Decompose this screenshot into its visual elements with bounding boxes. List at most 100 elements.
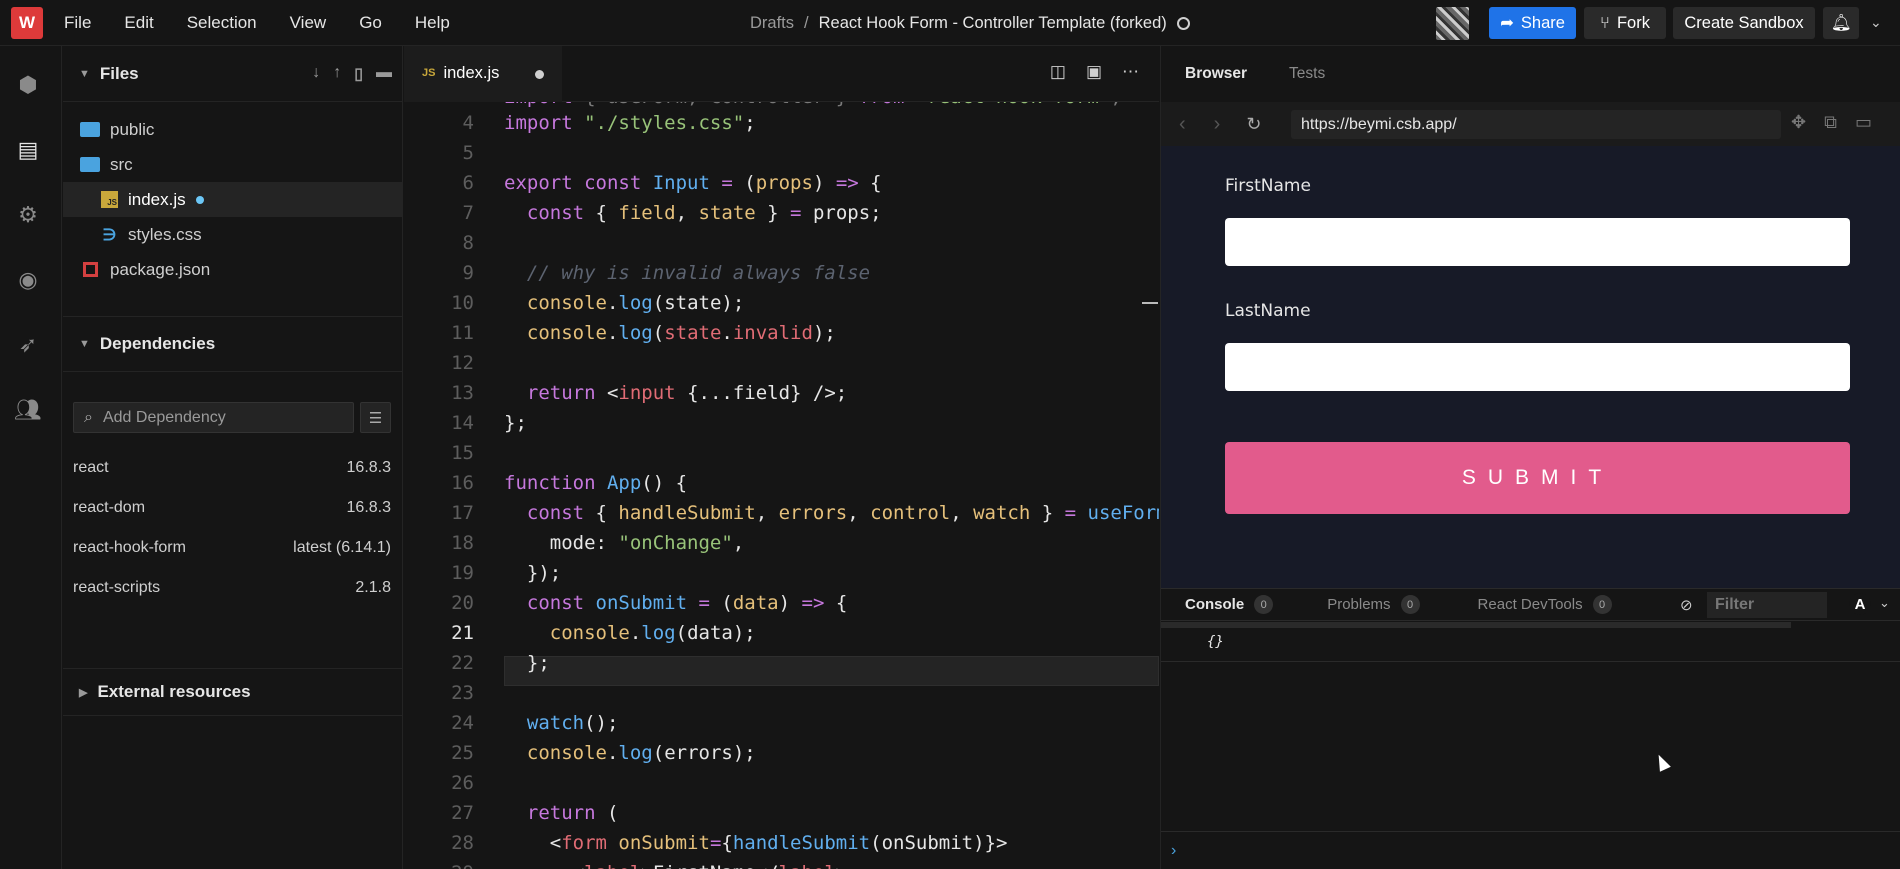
dependencies-title: Dependencies [99, 334, 216, 353]
npm-icon [83, 262, 98, 277]
breadcrumb-separator: / [804, 13, 809, 32]
chevron-down-icon[interactable]: ⌄ [1879, 595, 1890, 611]
tree-item-styles-css[interactable]: ∋ styles.css [63, 217, 402, 252]
dependency-item[interactable]: react 16.8.3 [73, 459, 391, 477]
responsive-icon[interactable]: ✥ [1791, 112, 1806, 133]
tab-browser[interactable]: Browser [1185, 65, 1247, 83]
console-filter-input[interactable]: Filter [1707, 592, 1827, 618]
share-label: Share [1520, 13, 1565, 32]
notification-bell-icon[interactable]: 🔔︎ [1823, 7, 1859, 39]
globe-icon[interactable] [1176, 16, 1190, 30]
external-resources-header[interactable]: ▶ External resources [63, 668, 402, 716]
console-log-entry[interactable]: {} [1161, 622, 1900, 662]
create-sandbox-button[interactable]: Create Sandbox [1673, 7, 1815, 39]
submit-button[interactable]: SUBMIT [1225, 442, 1850, 514]
menu-view[interactable]: View [290, 13, 327, 33]
menu-list-icon[interactable]: ☰ [360, 402, 391, 433]
preview-icon[interactable]: ▣ [1086, 62, 1102, 82]
split-view-icon[interactable]: ◫ [1050, 62, 1066, 82]
modified-dot-icon [195, 195, 204, 204]
folder-icon [80, 122, 100, 137]
refresh-icon[interactable]: ↻ [1246, 114, 1261, 135]
menu-file[interactable]: File [64, 13, 91, 33]
rocket-icon[interactable]: ➶ [13, 330, 43, 360]
arrow-up-icon[interactable]: ↑ [333, 64, 341, 84]
new-file-icon[interactable]: ▯ [354, 64, 363, 84]
menu-help[interactable]: Help [415, 13, 450, 33]
code-line: import "./styles.css"; [504, 112, 756, 134]
first-name-input[interactable] [1225, 218, 1850, 266]
browser-preview: FirstName LastName SUBMIT [1161, 146, 1900, 588]
css-file-icon: ∋ [102, 226, 117, 244]
caret-down-icon: ▼ [79, 67, 90, 80]
new-window-icon[interactable]: ⧉ [1824, 112, 1837, 133]
github-icon[interactable]: ◉ [13, 265, 43, 295]
tab-label: Console [1185, 596, 1245, 613]
tab-console[interactable]: Console 0 [1185, 595, 1274, 614]
unsaved-dot-icon[interactable] [535, 70, 544, 79]
breadcrumb-folder[interactable]: Drafts [750, 14, 794, 33]
code-line: mode: "onChange", [504, 532, 745, 554]
back-icon[interactable]: ‹ [1179, 113, 1186, 136]
clear-console-icon[interactable]: ⊘ [1680, 596, 1693, 614]
files-header[interactable]: ▼ Files ↓ ↑ ▯ ▬ [63, 46, 402, 102]
line-number: 18 [451, 532, 474, 554]
address-actions: ✥ ⧉ ▭ [1791, 112, 1872, 133]
last-name-input[interactable] [1225, 343, 1850, 391]
tree-item-index-js[interactable]: JS index.js [63, 182, 402, 217]
editor-tabs: JS index.js ◫ ▣ ⋯ [404, 46, 1159, 102]
tree-item-label: styles.css [128, 224, 202, 244]
share-button[interactable]: ➦ Share [1489, 7, 1576, 39]
tree-item-label: index.js [128, 189, 186, 209]
code-area[interactable]: 3 4 5 6 7 8 9 10 11 12 13 14 15 16 17 18 19 20 21 22 23 24 25 2… [404, 102, 1159, 869]
font-toggle-icon[interactable]: A [1849, 593, 1871, 615]
avatar[interactable] [1436, 7, 1469, 40]
code-line: const onSubmit = (data) => { [526, 592, 848, 614]
tree-item-src[interactable]: src [63, 147, 402, 182]
code-line: }; [504, 652, 550, 674]
cube-icon[interactable]: ⬢ [13, 70, 43, 100]
new-folder-icon[interactable]: ▬ [376, 64, 392, 84]
add-dependency-input[interactable]: ⌕ Add Dependency [73, 402, 354, 433]
dependencies-header[interactable]: ▼ Dependencies [63, 316, 402, 372]
sandbox-title[interactable]: React Hook Form - Controller Template (f… [819, 14, 1167, 33]
tab-index-js[interactable]: JS index.js [404, 46, 562, 102]
arrow-down-icon[interactable]: ↓ [312, 64, 320, 84]
code-line: // why is invalid always false [526, 262, 871, 284]
app-logo[interactable]: W [11, 7, 43, 39]
line-number: 16 [451, 472, 474, 494]
tab-problems[interactable]: Problems 0 [1327, 595, 1420, 614]
line-number: 15 [451, 442, 474, 464]
dependency-item[interactable]: react-scripts 2.1.8 [73, 579, 391, 597]
folder-open-icon [80, 157, 100, 172]
users-icon[interactable]: 👥︎ [13, 395, 43, 425]
layout-icon[interactable]: ▭ [1855, 112, 1872, 133]
line-number: 26 [451, 772, 474, 794]
tree-item-label: public [110, 119, 155, 139]
more-icon[interactable]: ⋯ [1122, 62, 1139, 82]
files-icon[interactable]: ▤ [13, 135, 43, 165]
console-prompt-input[interactable]: › [1161, 831, 1900, 869]
chevron-down-icon[interactable]: ⌄ [1870, 14, 1882, 31]
gear-icon[interactable]: ⚙ [13, 200, 43, 230]
dependency-item[interactable]: react-hook-form latest (6.14.1) [73, 539, 391, 557]
dependency-item[interactable]: react-dom 16.8.3 [73, 499, 391, 517]
line-number: 25 [451, 742, 474, 764]
line-number: 29 [404, 862, 474, 869]
url-input[interactable]: https://beymi.csb.app/ [1291, 110, 1781, 139]
menu-go[interactable]: Go [359, 13, 382, 33]
menu-edit[interactable]: Edit [124, 13, 153, 33]
tab-react-devtools[interactable]: React DevTools 0 [1478, 595, 1612, 614]
top-bar: W File Edit Selection View Go Help Draft… [0, 0, 1900, 46]
fork-button[interactable]: ⑂ Fork [1584, 7, 1666, 39]
forward-icon[interactable]: › [1214, 113, 1221, 136]
tree-item-public[interactable]: public [63, 112, 402, 147]
line-number: 5 [462, 142, 474, 164]
line-number: 27 [451, 802, 474, 824]
preview-panel: Browser Tests ‹ › ↻ https://beymi.csb.ap… [1160, 46, 1900, 869]
tab-tests[interactable]: Tests [1289, 65, 1325, 83]
dependency-name: react-scripts [73, 579, 161, 596]
menu-selection[interactable]: Selection [187, 13, 257, 33]
tree-item-package-json[interactable]: package.json [63, 252, 402, 287]
line-number: 4 [462, 112, 474, 134]
